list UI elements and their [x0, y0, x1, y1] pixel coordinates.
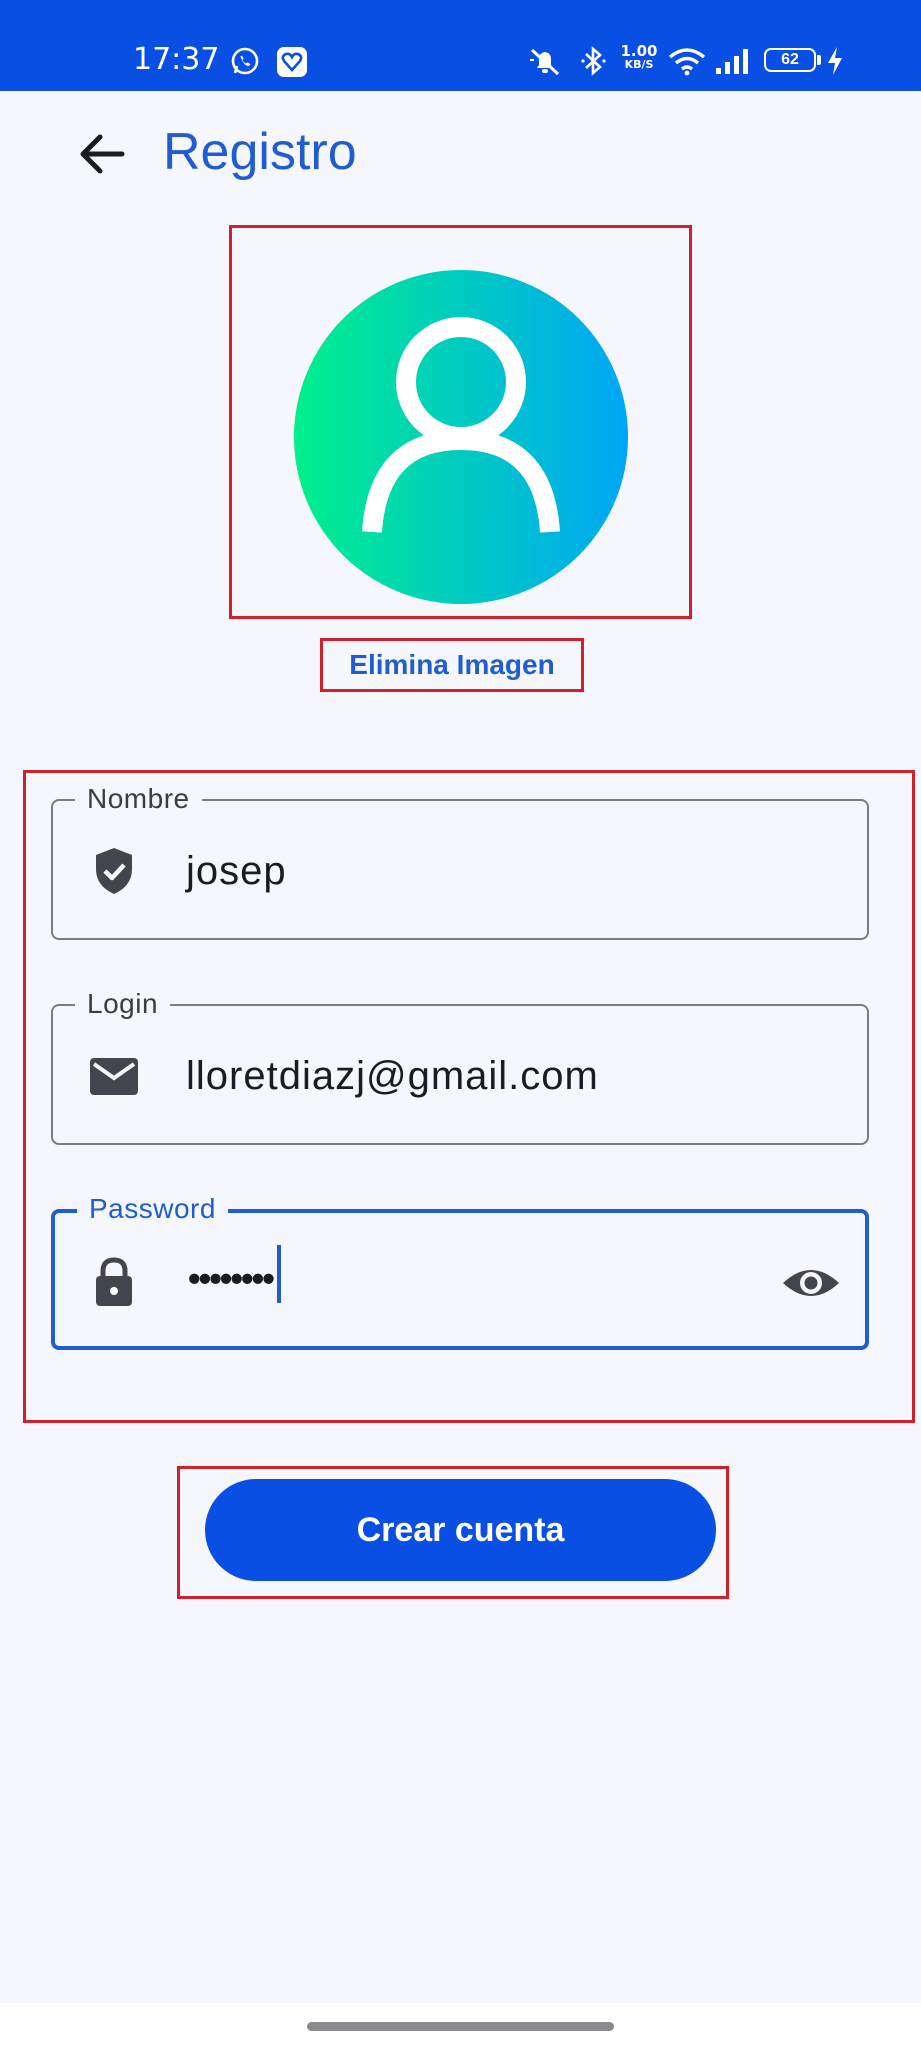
battery-indicator: 62 [764, 48, 816, 72]
password-field-label: Password [77, 1191, 228, 1227]
person-icon [294, 270, 628, 604]
home-indicator[interactable] [307, 2022, 614, 2031]
name-field-label: Nombre [75, 781, 202, 817]
charging-icon [826, 46, 844, 81]
wifi-icon [668, 46, 706, 81]
arrow-left-icon [80, 134, 125, 174]
status-time: 17:37 [133, 42, 220, 77]
network-speed: 1.00 KB/S [616, 44, 662, 72]
password-field-value[interactable]: •••••••• [188, 1245, 281, 1309]
silent-bell-icon [528, 46, 562, 81]
bluetooth-icon [580, 44, 608, 83]
whatsapp-icon [230, 46, 260, 81]
network-speed-unit: KB/S [624, 58, 654, 71]
signal-icon [714, 46, 754, 81]
login-field[interactable]: Login lloretdiazj@gmail.com [51, 986, 869, 1145]
battery-tip [817, 55, 821, 65]
remove-image-button[interactable]: Elimina Imagen [320, 638, 584, 692]
shield-check-icon [87, 844, 141, 898]
battery-level: 62 [781, 51, 799, 68]
password-masked-value: •••••••• [188, 1257, 275, 1299]
back-button[interactable] [74, 126, 130, 182]
page-title: Registro [163, 123, 357, 181]
eye-icon [783, 1270, 839, 1296]
avatar-picker[interactable] [294, 270, 628, 604]
lock-icon [87, 1254, 141, 1308]
create-account-button[interactable]: Crear cuenta [205, 1479, 716, 1581]
status-bar: 17:37 1.00 KB/S 62 [0, 0, 921, 91]
email-icon [87, 1049, 141, 1103]
name-field[interactable]: Nombre josep [51, 781, 869, 940]
password-field[interactable]: Password •••••••• [51, 1191, 869, 1350]
text-caret [276, 1245, 281, 1303]
login-field-value: lloretdiazj@gmail.com [186, 1054, 599, 1098]
name-field-value: josep [186, 849, 287, 893]
heart-app-icon [276, 46, 308, 83]
show-password-toggle[interactable] [781, 1253, 841, 1313]
login-field-label: Login [75, 986, 171, 1022]
